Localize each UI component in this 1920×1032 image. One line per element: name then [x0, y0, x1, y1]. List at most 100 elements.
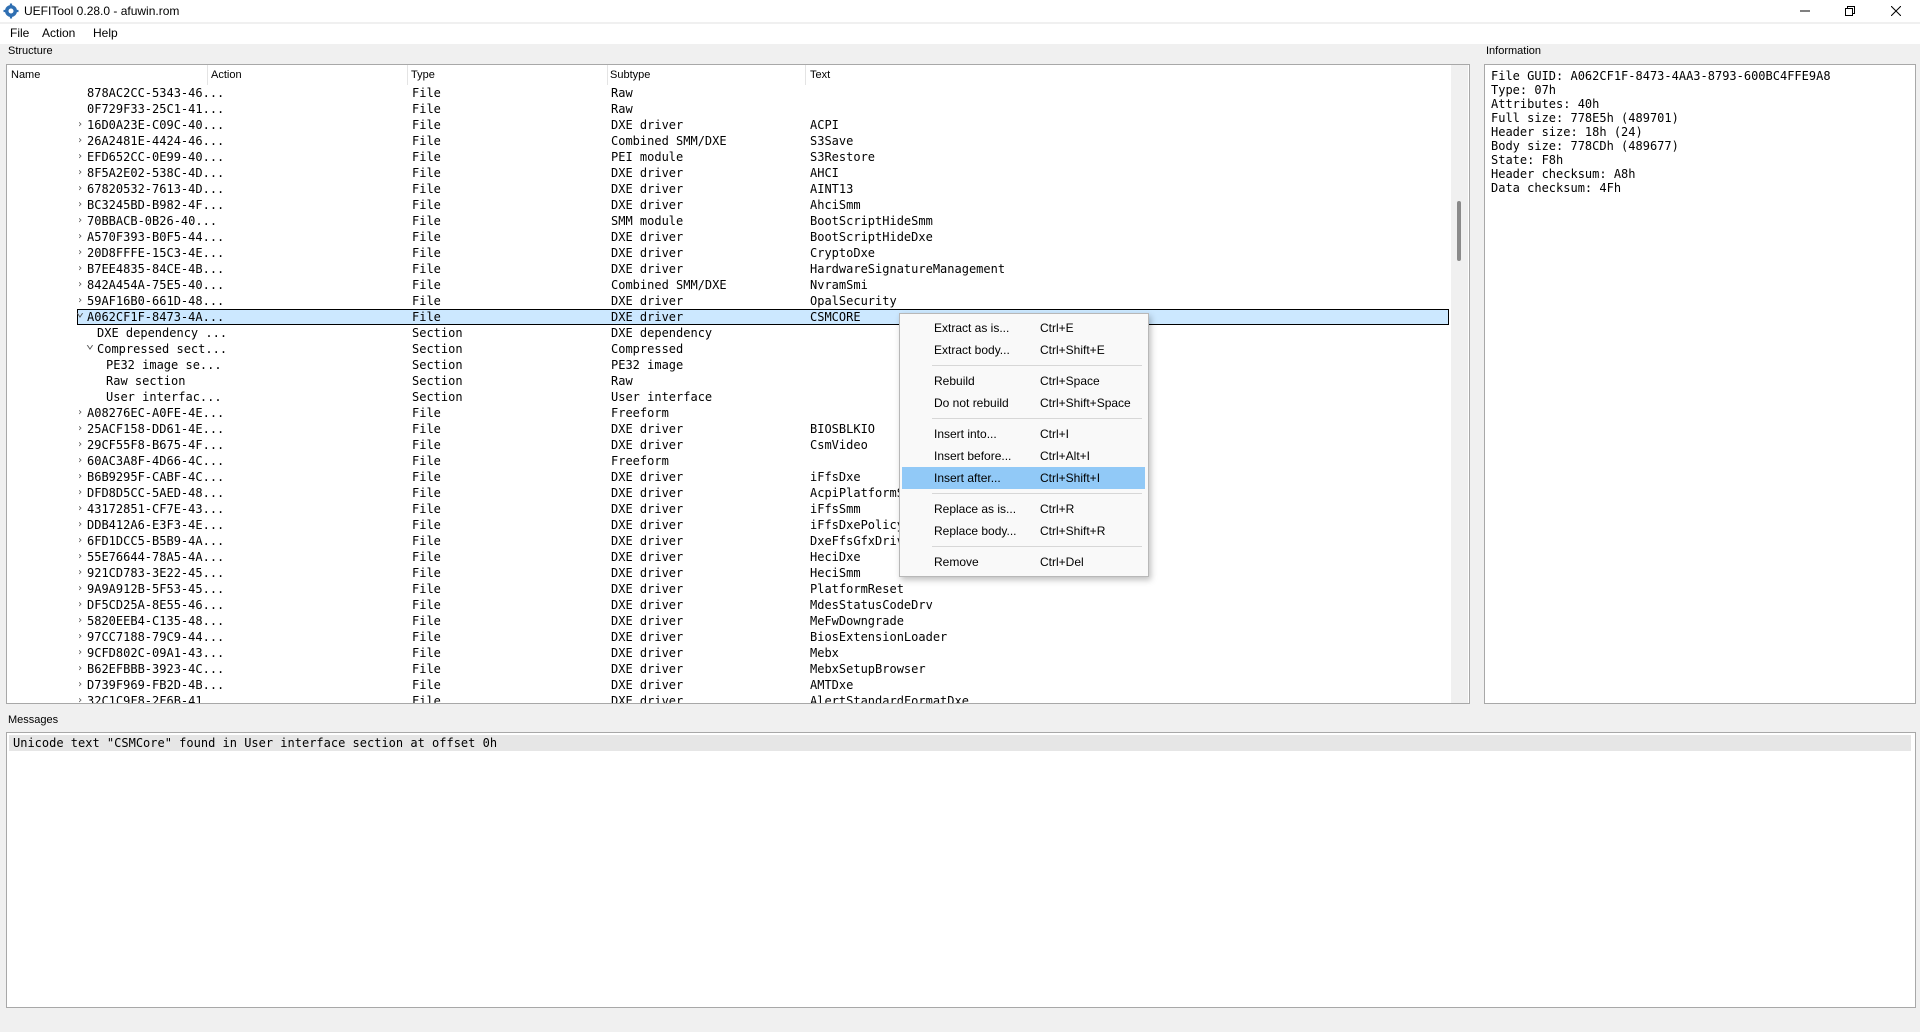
chevron-right-icon[interactable]: › — [74, 695, 86, 703]
chevron-right-icon[interactable]: › — [74, 407, 86, 419]
chevron-down-icon[interactable]: ⌄ — [74, 305, 86, 319]
chevron-right-icon[interactable]: › — [74, 215, 86, 227]
tree-row[interactable]: › B62EFBBB-3923-4C... File DXE driver MebxSe… — [7, 661, 1451, 677]
chevron-right-icon[interactable]: › — [74, 679, 86, 691]
menu-item-insert-into[interactable]: Insert into... Ctrl+I — [902, 423, 1145, 445]
tree-row[interactable]: › 9A9A912B-5F53-45... File DXE driver Platfo… — [7, 581, 1451, 597]
tree-row[interactable]: › 20D8FFFE-15C3-4E... File DXE driver Crypto… — [7, 245, 1451, 261]
column-header-name[interactable]: Name — [11, 69, 40, 85]
chevron-right-icon[interactable]: › — [74, 199, 86, 211]
tree-row[interactable]: › 16D0A23E-C09C-40... File DXE driver ACPI — [7, 117, 1451, 133]
tree-row[interactable]: › A08276EC-A0FE-4E... File Freeform — [7, 405, 1451, 421]
tree-row[interactable]: › DF5CD25A-8E55-46... File DXE driver MdesSt… — [7, 597, 1451, 613]
tree-row[interactable]: › 25ACF158-DD61-4E... File DXE driver BIOSBL… — [7, 421, 1451, 437]
tree-row[interactable]: › 26A2481E-4424-46... File Combined SMM/DXE… — [7, 133, 1451, 149]
column-header-action[interactable]: Action — [211, 69, 242, 85]
chevron-right-icon[interactable]: › — [74, 135, 86, 147]
tree-row[interactable]: › B6B9295F-CABF-4C... File DXE driver iFfsDx… — [7, 469, 1451, 485]
tree-row[interactable]: › 97CC7188-79C9-44... File DXE driver BiosEx… — [7, 629, 1451, 645]
chevron-right-icon[interactable]: › — [74, 599, 86, 611]
tree-row[interactable]: › 8F5A2E02-538C-4D... File DXE driver AHCI — [7, 165, 1451, 181]
tree-row[interactable]: PE32 image se... Section PE32 image — [7, 357, 1451, 373]
menu-help[interactable]: Help — [91, 26, 120, 40]
tree-cell-text: AlertStandardFormatDxe — [810, 694, 969, 704]
menu-item-insert-after[interactable]: Insert after... Ctrl+Shift+I — [902, 467, 1145, 489]
tree-row[interactable]: 878AC2CC-5343-46... File Raw — [7, 85, 1451, 101]
tree-row[interactable]: › BC3245BD-B982-4F... File DXE driver AhciSm… — [7, 197, 1451, 213]
tree-row[interactable]: Raw section Section Raw — [7, 373, 1451, 389]
close-button[interactable] — [1873, 0, 1919, 22]
menu-item-rebuild[interactable]: Rebuild Ctrl+Space — [902, 370, 1145, 392]
tree-row[interactable]: › 70BBACB-0B26-40... File SMM module BootScr… — [7, 213, 1451, 229]
scrollbar-thumb[interactable] — [1457, 201, 1461, 261]
chevron-right-icon[interactable]: › — [74, 183, 86, 195]
tree-row[interactable]: › 842A454A-75E5-40... File Combined SMM/DXE… — [7, 277, 1451, 293]
column-header-type[interactable]: Type — [411, 69, 435, 85]
tree-cell-name: 9A9A912B-5F53-45... — [87, 582, 225, 596]
chevron-right-icon[interactable]: › — [74, 567, 86, 579]
chevron-right-icon[interactable]: › — [74, 279, 86, 291]
chevron-right-icon[interactable]: › — [74, 423, 86, 435]
tree-row[interactable]: ⌄ A062CF1F-8473-4A... File DXE driver CSMCOR… — [7, 305, 1451, 325]
tree-row[interactable]: › 5820EEB4-C135-48... File DXE driver MeFwDo… — [7, 613, 1451, 629]
message-item[interactable]: Unicode text "CSMCore" found in User int… — [9, 735, 1911, 751]
tree-row[interactable]: › DFD8D5CC-5AED-48... File DXE driver AcpiPl… — [7, 485, 1451, 501]
chevron-right-icon[interactable]: › — [74, 647, 86, 659]
chevron-right-icon[interactable]: › — [74, 583, 86, 595]
chevron-right-icon[interactable]: › — [74, 503, 86, 515]
tree-row[interactable]: › 32C1C9F8-2F6B-41... File DXE driver AlertS… — [7, 693, 1451, 704]
tree-row[interactable]: › B7EE4835-84CE-4B... File DXE driver Hardwa… — [7, 261, 1451, 277]
tree-row[interactable]: › 59AF16B0-661D-48... File DXE driver OpalSe… — [7, 293, 1451, 309]
maximize-button[interactable] — [1827, 0, 1873, 22]
tree-row[interactable]: › D739F969-FB2D-4B... File DXE driver AMTDxe — [7, 677, 1451, 693]
chevron-right-icon[interactable]: › — [74, 263, 86, 275]
chevron-right-icon[interactable]: › — [74, 631, 86, 643]
chevron-down-icon[interactable]: ⌄ — [84, 337, 96, 351]
tree-row[interactable]: ⌄ Compressed sect... Section Compressed — [7, 337, 1451, 357]
tree-row[interactable]: › 55E76644-78A5-4A... File DXE driver HeciDx… — [7, 549, 1451, 565]
chevron-right-icon[interactable]: › — [74, 519, 86, 531]
tree-row[interactable]: › 9CFD802C-09A1-43... File DXE driver Mebx — [7, 645, 1451, 661]
tree-row[interactable]: › DDB412A6-E3F3-4E... File DXE driver iFfsDx… — [7, 517, 1451, 533]
chevron-right-icon[interactable]: › — [74, 231, 86, 243]
minimize-button[interactable] — [1782, 0, 1828, 22]
tree-row[interactable]: DXE dependency ... Section DXE dependency — [7, 325, 1451, 341]
chevron-right-icon[interactable]: › — [74, 615, 86, 627]
chevron-right-icon[interactable]: › — [74, 455, 86, 467]
chevron-right-icon[interactable]: › — [74, 471, 86, 483]
column-header-text[interactable]: Text — [810, 69, 830, 85]
column-header-subtype[interactable]: Subtype — [610, 69, 650, 85]
tree-row[interactable]: › 43172851-CF7E-43... File DXE driver iFfsSm… — [7, 501, 1451, 517]
menu-action[interactable]: Action — [40, 26, 77, 40]
menu-item-replace-as-is[interactable]: Replace as is... Ctrl+R — [902, 498, 1145, 520]
tree-row[interactable]: 0F729F33-25C1-41... File Raw — [7, 101, 1451, 117]
menu-file[interactable]: File — [8, 26, 31, 40]
tree-row[interactable]: › 60AC3A8F-4D66-4C... File Freeform — [7, 453, 1451, 469]
tree-row[interactable]: User interfac... Section User interface — [7, 389, 1451, 405]
menu-item-extract-body[interactable]: Extract body... Ctrl+Shift+E — [902, 339, 1145, 361]
tree-row[interactable]: › 29CF55F8-B675-4F... File DXE driver CsmVid… — [7, 437, 1451, 453]
chevron-right-icon[interactable]: › — [74, 167, 86, 179]
tree-row[interactable]: › 921CD783-3E22-45... File DXE driver HeciSm… — [7, 565, 1451, 581]
vertical-scrollbar[interactable] — [1451, 65, 1468, 703]
structure-tree[interactable]: Name Action Type Subtype Text 878AC2CC-5… — [6, 64, 1470, 704]
menu-item-insert-before[interactable]: Insert before... Ctrl+Alt+I — [902, 445, 1145, 467]
tree-cell-type: File — [412, 582, 441, 596]
menu-item-do-not-rebuild[interactable]: Do not rebuild Ctrl+Shift+Space — [902, 392, 1145, 414]
chevron-right-icon[interactable]: › — [74, 151, 86, 163]
chevron-right-icon[interactable]: › — [74, 551, 86, 563]
chevron-right-icon[interactable]: › — [74, 663, 86, 675]
chevron-right-icon[interactable]: › — [74, 247, 86, 259]
chevron-right-icon[interactable]: › — [74, 439, 86, 451]
messages-list[interactable]: Unicode text "CSMCore" found in User int… — [6, 732, 1916, 1008]
tree-row[interactable]: › 6FD1DCC5-B5B9-4A... File DXE driver DxeFfs… — [7, 533, 1451, 549]
tree-row[interactable]: › A570F393-B0F5-44... File DXE driver BootSc… — [7, 229, 1451, 245]
tree-row[interactable]: › 67820532-7613-4D... File DXE driver AINT13 — [7, 181, 1451, 197]
menu-item-remove[interactable]: Remove Ctrl+Del — [902, 551, 1145, 573]
chevron-right-icon[interactable]: › — [74, 119, 86, 131]
tree-row[interactable]: › EFD652CC-0E99-40... File PEI module S3Rest… — [7, 149, 1451, 165]
menu-item-replace-body[interactable]: Replace body... Ctrl+Shift+R — [902, 520, 1145, 542]
chevron-right-icon[interactable]: › — [74, 535, 86, 547]
menu-item-extract-as-is[interactable]: Extract as is... Ctrl+E — [902, 317, 1145, 339]
chevron-right-icon[interactable]: › — [74, 487, 86, 499]
